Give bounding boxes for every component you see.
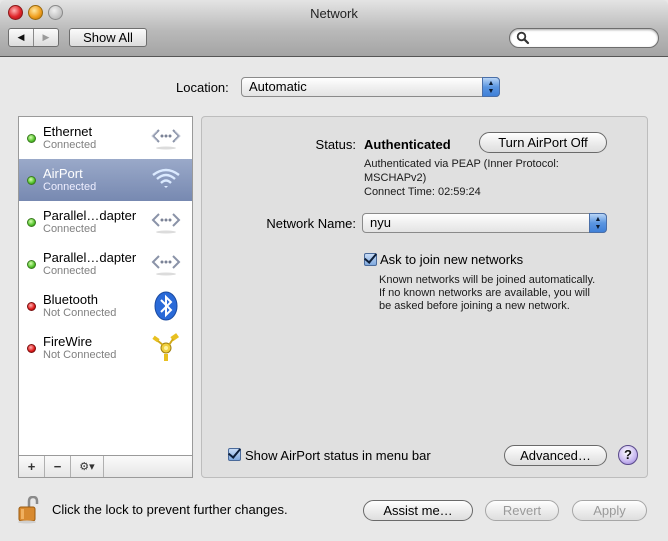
- advanced-button[interactable]: Advanced…: [504, 445, 607, 466]
- service-list: Ethernet Connected AirPort Connected Par…: [18, 116, 193, 478]
- apply-button[interactable]: Apply: [572, 500, 647, 521]
- ask-join-checkbox[interactable]: [364, 253, 377, 266]
- service-name: Ethernet: [43, 124, 93, 139]
- service-item-airport[interactable]: AirPort Connected: [19, 159, 192, 201]
- network-name-value: nyu: [370, 215, 391, 230]
- service-item-ethernet[interactable]: Ethernet Connected: [19, 117, 192, 159]
- add-service-button[interactable]: +: [19, 456, 45, 477]
- search-field[interactable]: [509, 28, 659, 48]
- ask-join-help-line1: Known networks will be joined automatica…: [379, 274, 596, 286]
- ethernet-icon: [149, 249, 183, 279]
- assist-me-button[interactable]: Assist me…: [363, 500, 473, 521]
- location-label: Location:: [176, 80, 229, 95]
- show-all-button[interactable]: Show All: [69, 28, 147, 47]
- bluetooth-icon: [149, 291, 183, 321]
- service-item-parallels-adapter[interactable]: Parallel…dapter Connected: [19, 201, 192, 243]
- ask-join-help-line3: be asked before joining a new network.: [379, 300, 570, 312]
- search-icon: [516, 31, 530, 45]
- status-value: Authenticated: [364, 137, 451, 152]
- popup-arrows-icon: ▲ ▼: [482, 77, 500, 97]
- ethernet-icon: [149, 123, 183, 153]
- service-item-parallels-adapter[interactable]: Parallel…dapter Connected: [19, 243, 192, 285]
- location-value: Automatic: [249, 79, 307, 94]
- service-name: Bluetooth: [43, 292, 98, 307]
- ask-join-help-line2: If no known networks are available, you …: [379, 287, 590, 299]
- wifi-icon: [149, 165, 183, 195]
- service-item-firewire[interactable]: FireWire Not Connected: [19, 327, 192, 369]
- lock-icon[interactable]: [18, 495, 44, 527]
- remove-service-button[interactable]: −: [45, 456, 71, 477]
- service-item-bluetooth[interactable]: Bluetooth Not Connected: [19, 285, 192, 327]
- status-dot-green-icon: [27, 176, 36, 185]
- turn-airport-off-button[interactable]: Turn AirPort Off: [479, 132, 607, 153]
- back-button[interactable]: ◀: [9, 29, 34, 46]
- gear-menu-button[interactable]: ⚙▾: [71, 456, 104, 477]
- service-status: Connected: [43, 139, 97, 151]
- network-name-popup[interactable]: nyu ▲ ▼: [362, 213, 607, 233]
- window-titlebar: Network ◀ ▶ Show All: [0, 0, 668, 57]
- location-popup[interactable]: Automatic ▲ ▼: [241, 77, 500, 97]
- status-dot-red-icon: [27, 302, 36, 311]
- service-name: Parallel…dapter: [43, 250, 137, 265]
- service-list-toolbar: + − ⚙▾: [19, 455, 192, 477]
- popup-arrows-icon: ▲ ▼: [589, 213, 607, 233]
- service-status: Connected: [43, 181, 97, 193]
- ask-join-label[interactable]: Ask to join new networks: [380, 252, 523, 267]
- connect-time: Connect Time: 02:59:24: [364, 186, 481, 198]
- service-name: Parallel…dapter: [43, 208, 137, 223]
- firewire-icon: [149, 333, 183, 363]
- show-status-checkbox[interactable]: [228, 448, 241, 461]
- status-label: Status:: [315, 137, 356, 152]
- ethernet-icon: [149, 207, 183, 237]
- service-status: Connected: [43, 223, 97, 235]
- network-name-label: Network Name:: [266, 216, 356, 231]
- service-status: Connected: [43, 265, 97, 277]
- help-button[interactable]: ?: [618, 445, 638, 465]
- status-dot-red-icon: [27, 344, 36, 353]
- forward-button[interactable]: ▶: [34, 29, 58, 46]
- service-status: Not Connected: [43, 349, 117, 361]
- lock-message: Click the lock to prevent further change…: [52, 502, 288, 517]
- show-status-label[interactable]: Show AirPort status in menu bar: [245, 448, 431, 463]
- status-dot-green-icon: [27, 218, 36, 227]
- status-dot-green-icon: [27, 260, 36, 269]
- revert-button[interactable]: Revert: [485, 500, 559, 521]
- status-dot-green-icon: [27, 134, 36, 143]
- status-detail-line2: MSCHAPv2): [364, 172, 427, 184]
- service-name: AirPort: [43, 166, 83, 181]
- status-detail-line1: Authenticated via PEAP (Inner Protocol:: [364, 158, 559, 170]
- back-forward-control: ◀ ▶: [8, 28, 59, 47]
- service-status: Not Connected: [43, 307, 117, 319]
- service-name: FireWire: [43, 334, 93, 349]
- window-title: Network: [310, 6, 358, 21]
